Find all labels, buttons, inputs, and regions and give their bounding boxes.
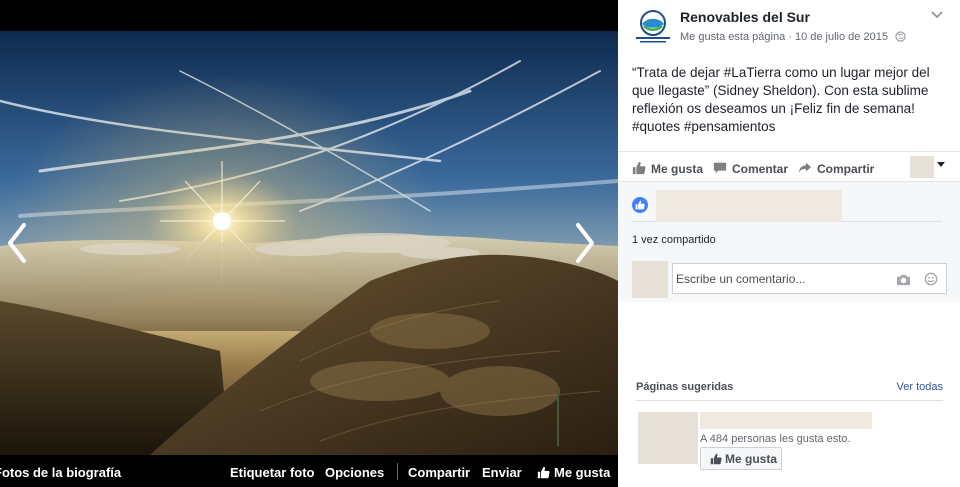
tag-photo-link[interactable]: Etiquetar foto	[230, 465, 315, 480]
likes-summary	[632, 190, 942, 222]
share-button[interactable]: Compartir	[798, 161, 874, 176]
hashtag-link[interactable]: #quotes	[632, 119, 680, 134]
post-meta: Me gusta esta página · 10 de julio de 20…	[680, 31, 906, 43]
chevron-left-icon	[8, 223, 26, 263]
suggested-pages-title: Páginas sugeridas	[636, 381, 734, 393]
suggested-page-like-count: A 484 personas les gusta esto.	[700, 433, 851, 445]
comment-placeholder: Escribe un comentario...	[676, 272, 806, 286]
suggested-page-avatar[interactable]	[638, 412, 698, 464]
comment-input[interactable]: Escribe un comentario...	[672, 263, 947, 294]
share-photo-link[interactable]: Compartir	[408, 465, 470, 480]
post-text-part: “Trata de dejar	[632, 65, 724, 80]
thumbs-up-icon	[537, 466, 550, 479]
thumbs-up-icon	[710, 453, 722, 465]
like-button-label: Me gusta	[651, 162, 704, 176]
suggested-page-name-redacted[interactable]	[700, 412, 872, 429]
send-photo-link[interactable]: Enviar	[482, 465, 522, 480]
photo[interactable]	[0, 31, 618, 455]
chevron-down-icon[interactable]	[930, 10, 944, 20]
chevron-right-icon	[576, 223, 594, 263]
comment-composer: Escribe un comentario...	[632, 261, 950, 298]
share-button-label: Compartir	[817, 162, 875, 176]
suggested-like-label: Me gusta	[725, 452, 778, 466]
feedback-section: 1 vez compartido Escribe un comentario..…	[618, 181, 960, 302]
suggested-page-like-button[interactable]: Me gusta	[700, 447, 782, 470]
post-panel: Renovables del Sur Me gusta esta página …	[618, 0, 960, 487]
emoji-icon[interactable]	[924, 272, 938, 286]
likes-names-redacted[interactable]	[656, 190, 842, 222]
like-reaction-icon	[632, 197, 648, 213]
suggested-pages-header: Páginas sugeridas Ver todas	[636, 381, 943, 401]
comment-input-icons	[886, 272, 938, 289]
page-name-link[interactable]: Renovables del Sur	[680, 9, 810, 25]
like-button[interactable]: Me gusta	[632, 161, 703, 176]
hashtag-link[interactable]: #pensamientos	[684, 119, 776, 134]
page-logo-image	[636, 10, 670, 43]
comment-button[interactable]: Comentar	[713, 161, 788, 176]
next-photo-button[interactable]	[570, 221, 600, 265]
photo-viewer: Fotos de la biografía Etiquetar foto Opc…	[0, 0, 618, 487]
page-logo[interactable]	[632, 8, 674, 46]
thumbs-up-icon	[632, 161, 646, 175]
caret-down-icon[interactable]	[937, 162, 945, 167]
commenter-avatar	[632, 261, 668, 298]
post-date[interactable]: 10 de julio de 2015	[795, 31, 888, 43]
album-link[interactable]: Fotos de la biografía	[0, 465, 121, 480]
meta-separator: ·	[785, 31, 795, 43]
bar-divider	[397, 463, 398, 480]
photo-landscape	[0, 31, 618, 455]
previous-photo-button[interactable]	[2, 221, 32, 265]
post-actions: Me gusta Comentar Compartir	[618, 151, 960, 181]
see-all-link[interactable]: Ver todas	[897, 381, 943, 393]
comment-icon	[713, 162, 727, 174]
globe-icon	[895, 31, 906, 42]
post-message: “Trata de dejar #LaTierra como un lugar …	[632, 64, 950, 136]
acting-as-avatar[interactable]	[910, 156, 934, 178]
hashtag-link[interactable]: #LaTierra	[724, 65, 781, 80]
shares-count[interactable]: 1 vez compartido	[632, 234, 716, 246]
like-photo-link[interactable]: Me gusta	[537, 465, 610, 480]
options-link[interactable]: Opciones	[325, 465, 384, 480]
thumbs-up-icon	[635, 200, 645, 210]
comment-button-label: Comentar	[732, 162, 789, 176]
like-photo-label: Me gusta	[554, 465, 611, 480]
share-arrow-icon	[798, 162, 812, 174]
camera-icon[interactable]	[896, 273, 911, 286]
like-page-link[interactable]: Me gusta esta página	[680, 31, 785, 43]
photo-action-bar: Fotos de la biografía Etiquetar foto Opc…	[0, 455, 618, 487]
